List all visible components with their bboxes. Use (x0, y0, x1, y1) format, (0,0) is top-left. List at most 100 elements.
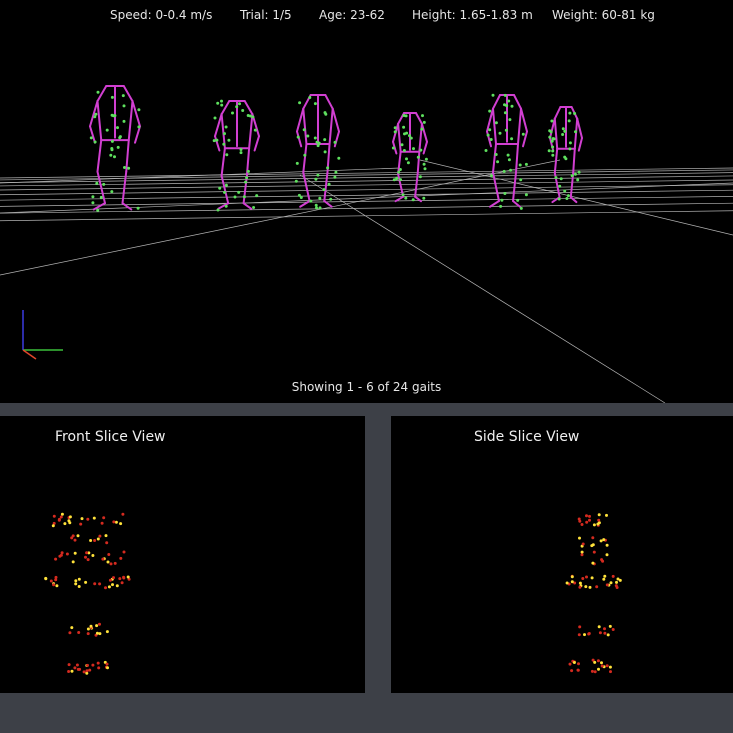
marker (503, 111, 507, 115)
marker (403, 132, 406, 136)
slice-point-yellow (77, 577, 81, 581)
marker (395, 176, 399, 180)
marker (405, 157, 408, 161)
slice-point-yellow (591, 561, 595, 565)
side-slice-panel[interactable]: Side Slice View (391, 416, 733, 693)
marker (402, 125, 406, 129)
marker (505, 104, 509, 108)
slice-point-red (73, 538, 77, 542)
marker (253, 128, 257, 132)
slice-points (565, 513, 622, 674)
grid-line (299, 174, 666, 403)
slice-point-yellow (96, 537, 100, 541)
front-slice-panel[interactable]: Front Slice View (0, 416, 365, 693)
marker (503, 93, 507, 97)
marker (314, 203, 318, 207)
slice-point-red (85, 669, 89, 673)
marker (399, 178, 402, 182)
slice-point-red (581, 577, 585, 580)
marker (242, 195, 246, 199)
marker (91, 195, 95, 199)
slice-point-red (93, 582, 97, 586)
marker (127, 166, 131, 170)
bone (220, 100, 231, 116)
marker (323, 150, 327, 154)
marker (316, 173, 320, 177)
bone (302, 143, 308, 174)
slice-point-red (592, 550, 596, 554)
marker (113, 155, 116, 159)
marker (570, 174, 574, 178)
slice-point-red (54, 557, 58, 561)
height-filter-label: Height: 1.65-1.83 m (412, 8, 533, 22)
marker (391, 146, 395, 150)
grid-line (0, 210, 733, 222)
slice-point-yellow (606, 633, 610, 637)
slice-point-red (100, 521, 104, 525)
slice-point-red (581, 542, 585, 546)
grid-line (0, 169, 733, 181)
slice-point-red (614, 584, 618, 588)
bone (492, 107, 497, 146)
marker (503, 192, 507, 195)
slice-point-red (96, 661, 100, 665)
marker (121, 94, 125, 98)
slice-point-yellow (592, 523, 596, 527)
slice-point-red (588, 514, 591, 518)
slice-point-yellow (114, 520, 118, 524)
marker (561, 127, 565, 131)
marker (323, 138, 327, 142)
bone (414, 173, 419, 198)
bone (572, 147, 576, 174)
bone (553, 147, 559, 174)
marker (521, 132, 525, 136)
bone (248, 113, 254, 150)
gait-count-status: Showing 1 - 6 of 24 gaits (291, 380, 442, 394)
bone (253, 135, 260, 152)
marker (488, 109, 492, 113)
grid-line (0, 159, 561, 276)
slice-point-yellow (68, 515, 72, 519)
marker (220, 103, 224, 107)
slice-point-yellow (106, 560, 110, 564)
marker (500, 198, 504, 202)
3d-viewport[interactable]: Speed: 0-0.4 m/s Trial: 1/5 Age: 23-62 H… (0, 0, 733, 403)
slice-point-yellow (608, 665, 612, 669)
marker (298, 101, 302, 105)
marker (504, 128, 508, 132)
marker (397, 170, 401, 174)
marker (422, 120, 426, 124)
marker (565, 197, 569, 200)
marker (110, 95, 114, 99)
slice-point-red (600, 558, 604, 562)
marker (509, 168, 513, 172)
bone (243, 100, 254, 116)
slice-point-red (590, 669, 594, 673)
marker (334, 170, 338, 174)
slice-point-red (104, 586, 107, 590)
bone (302, 171, 311, 203)
slice-point-yellow (605, 543, 609, 547)
marker (393, 130, 397, 134)
marker (551, 153, 555, 157)
slice-point-red (67, 663, 71, 667)
slice-point-red (76, 667, 80, 671)
bone (517, 107, 522, 146)
marker (110, 190, 114, 194)
marker (245, 176, 249, 180)
slice-point-yellow (602, 538, 606, 542)
bone (515, 143, 519, 174)
slice-point-yellow (570, 575, 574, 579)
slice-point-red (587, 632, 591, 636)
slice-point-red (576, 668, 580, 672)
grid-line (0, 189, 733, 201)
marker (422, 196, 426, 200)
bone (414, 112, 423, 125)
slice-point-yellow (51, 524, 55, 528)
bone (420, 122, 428, 143)
slice-point-red (97, 666, 101, 670)
bone (397, 122, 402, 153)
marker (96, 208, 100, 212)
slice-point-red (52, 583, 56, 587)
slice-point-red (585, 514, 588, 518)
